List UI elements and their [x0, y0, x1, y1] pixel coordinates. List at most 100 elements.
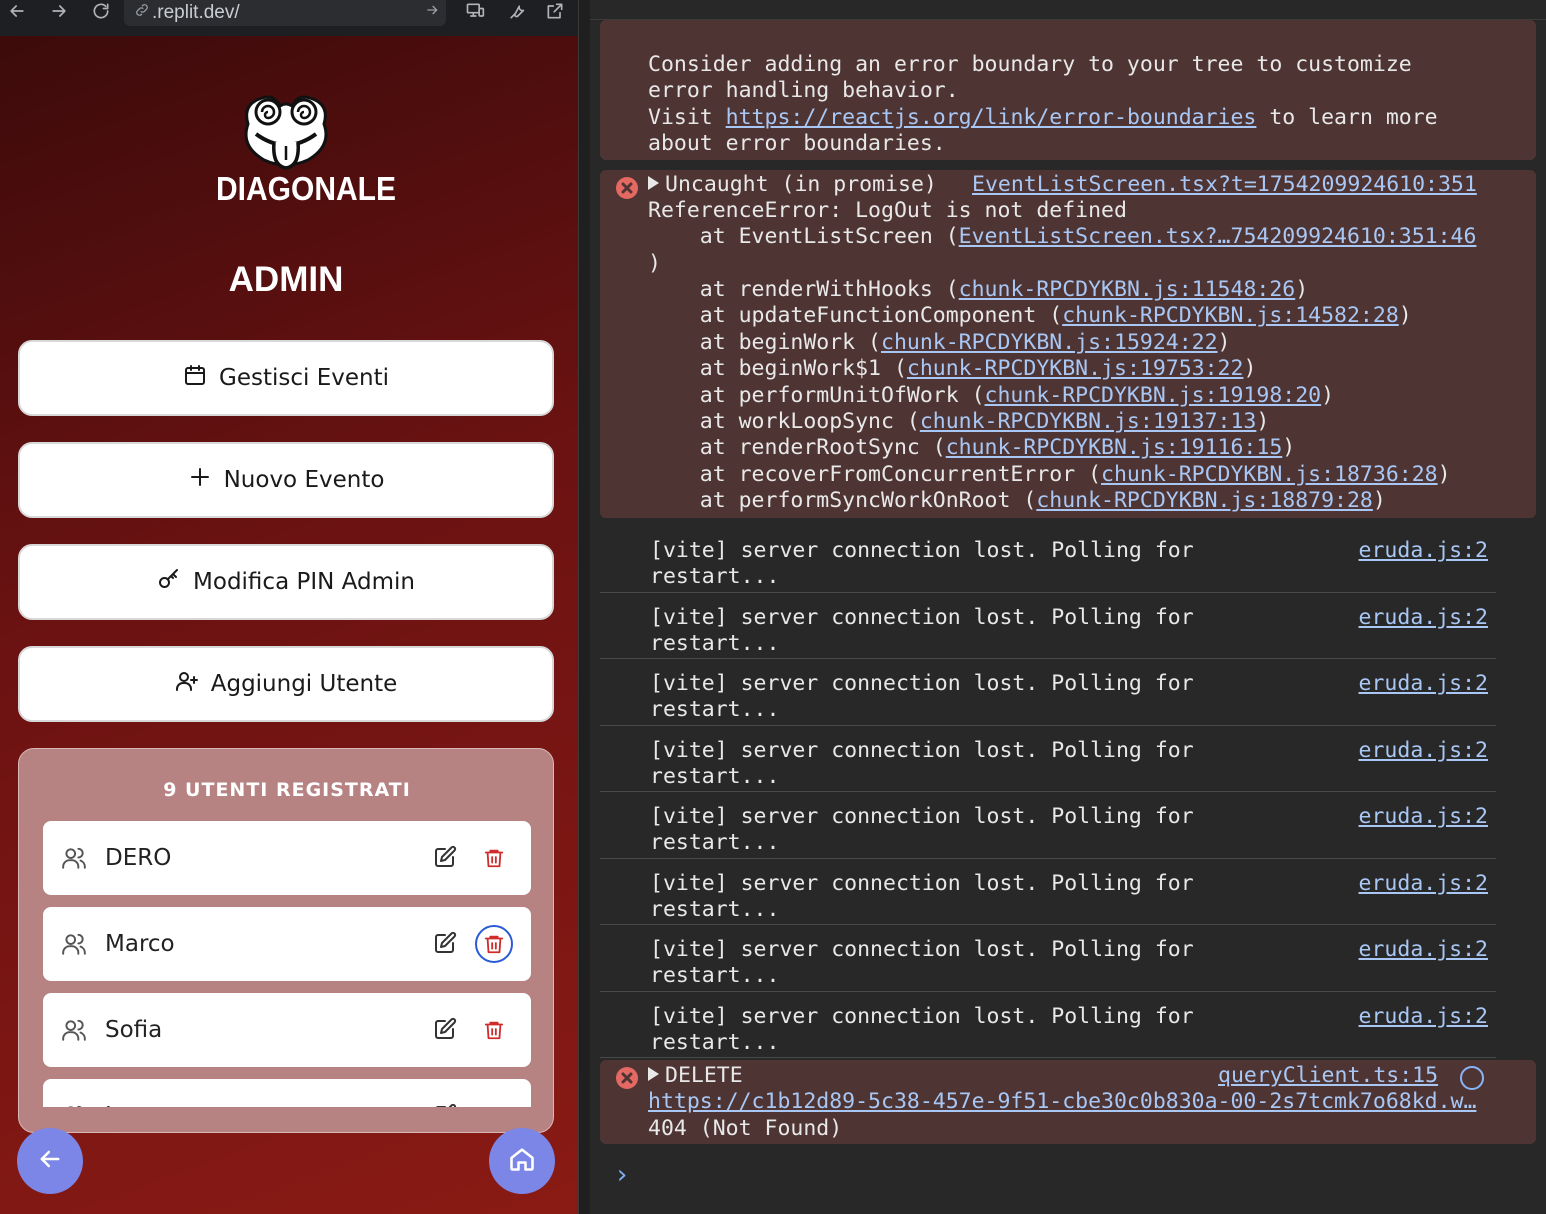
expand-triangle-icon[interactable]	[648, 1067, 659, 1081]
log-message: [vite] server connection lost. Polling f…	[650, 605, 1194, 658]
error-icon	[616, 1067, 638, 1089]
users-icon	[61, 1103, 87, 1107]
stack-link[interactable]: chunk-RPCDYKBN.js:11548:26	[959, 277, 1296, 302]
users-count-title: 9 UTENTI REGISTRATI	[163, 779, 411, 801]
source-link[interactable]: queryClient.ts:15	[1218, 1063, 1438, 1089]
new-event-button[interactable]: Nuovo Evento	[18, 442, 554, 518]
stack-link[interactable]: chunk-RPCDYKBN.js:18736:28	[1101, 462, 1438, 487]
stack-frame-line: at performUnitOfWork (chunk-RPCDYKBN.js:…	[648, 383, 1334, 409]
log-message: [vite] server connection lost. Polling f…	[650, 804, 1194, 857]
log-line: [vite] server connection lost. Polling f…	[650, 870, 1194, 896]
source-link[interactable]: eruda.js:2	[1359, 605, 1488, 631]
docs-link[interactable]: https://reactjs.org/link/error-boundarie…	[726, 105, 1257, 130]
browser-toolbar: .replit.dev/	[0, 0, 578, 36]
stack-frame: at renderRootSync (	[648, 435, 946, 461]
stack-close-paren: )	[1321, 382, 1335, 408]
app-preview: .replit.dev/ DIAGONALE ADMIN Gestisci Ev…	[0, 0, 578, 1214]
change-admin-pin-label: Modifica PIN Admin	[193, 569, 415, 595]
console-text: error handling behavior.	[648, 78, 959, 103]
plus-icon	[188, 465, 224, 495]
back-button[interactable]	[17, 1128, 83, 1194]
stack-close-paren: )	[1372, 488, 1386, 514]
stack-link[interactable]: chunk-RPCDYKBN.js:19137:13	[920, 409, 1257, 434]
user-plus-icon	[175, 669, 211, 699]
add-user-button[interactable]: Aggiungi Utente	[18, 646, 554, 722]
open-external-icon[interactable]	[542, 0, 568, 22]
log-line: [vite] server connection lost. Polling f…	[650, 1003, 1194, 1029]
stack-close-paren: )	[1398, 303, 1412, 329]
source-link[interactable]: eruda.js:2	[1359, 804, 1488, 830]
stack-frame: at beginWork (	[648, 329, 881, 355]
stack-close-paren: )	[1217, 329, 1231, 355]
log-line: restart...	[650, 830, 780, 856]
log-line: [vite] server connection lost. Polling f…	[650, 804, 1194, 829]
source-link[interactable]: eruda.js:2	[1359, 937, 1488, 963]
source-link[interactable]: eruda.js:2	[1359, 538, 1488, 564]
stack-link[interactable]: chunk-RPCDYKBN.js:19753:22	[907, 356, 1244, 381]
source-link[interactable]: eruda.js:2	[1359, 1004, 1488, 1030]
trash-icon[interactable]	[475, 839, 513, 877]
log-line: restart...	[650, 697, 780, 723]
stack-link[interactable]: chunk-RPCDYKBN.js:18879:28	[1036, 488, 1373, 513]
panel-divider[interactable]	[578, 0, 590, 1214]
change-admin-pin-button[interactable]: Modifica PIN Admin	[18, 544, 554, 620]
console-text: about error boundaries.	[648, 131, 946, 156]
stack-close-paren: )	[1282, 435, 1296, 461]
network-icon[interactable]	[1460, 1066, 1484, 1090]
stack-close-paren: )	[1243, 356, 1257, 382]
stack-link[interactable]: EventListScreen.tsx?…754209924610:351:46	[959, 224, 1477, 249]
home-button[interactable]	[489, 1128, 555, 1194]
wrench-icon[interactable]	[504, 0, 530, 22]
edit-icon[interactable]	[433, 845, 457, 874]
log-line: [vite] server connection lost. Polling f…	[650, 604, 1194, 630]
stack-frame-line: at beginWork$1 (chunk-RPCDYKBN.js:19753:…	[648, 356, 1257, 382]
home-icon	[508, 1145, 536, 1178]
console-filter-bar	[590, 0, 1546, 20]
frog-face-icon	[244, 95, 328, 170]
stack-link[interactable]: chunk-RPCDYKBN.js:19116:15	[946, 435, 1283, 460]
users-list[interactable]: DERO Marco Sofia L	[43, 821, 531, 1107]
source-link[interactable]: EventListScreen.tsx?t=1754209924610:351	[972, 172, 1477, 198]
back-icon[interactable]	[4, 0, 30, 22]
stack-link[interactable]: chunk-RPCDYKBN.js:14582:28	[1062, 303, 1399, 328]
source-link[interactable]: eruda.js:2	[1359, 671, 1488, 697]
stack-frame-line: at renderRootSync (chunk-RPCDYKBN.js:191…	[648, 435, 1295, 461]
console-text: Visit	[648, 105, 726, 130]
url-bar[interactable]: .replit.dev/	[124, 0, 446, 26]
trash-icon[interactable]	[475, 1011, 513, 1049]
go-arrow-icon[interactable]	[424, 2, 440, 24]
stack-frame-line: at renderWithHooks (chunk-RPCDYKBN.js:11…	[648, 277, 1308, 303]
source-link[interactable]: eruda.js:2	[1359, 871, 1488, 897]
console-log-entry: [vite] server connection lost. Polling f…	[600, 726, 1496, 792]
user-name: DERO	[105, 845, 172, 871]
request-url[interactable]: https://c1b12d89-5c38-457e-9f51-cbe30c0b…	[648, 1089, 1476, 1115]
console-error-entry: Uncaught (in promise) EventListScreen.ts…	[600, 170, 1536, 518]
devices-icon[interactable]	[462, 0, 488, 22]
edit-icon[interactable]	[433, 1103, 457, 1107]
edit-icon[interactable]	[433, 931, 457, 960]
source-link[interactable]: eruda.js:2	[1359, 738, 1488, 764]
user-name: Marco	[105, 931, 175, 957]
log-message: [vite] server connection lost. Polling f…	[650, 937, 1194, 990]
stack-frame: at workLoopSync (	[648, 409, 920, 434]
stack-frame: )	[648, 251, 661, 276]
stack-frame-line: at performSyncWorkOnRoot (chunk-RPCDYKBN…	[648, 488, 1386, 514]
edit-icon[interactable]	[433, 1017, 457, 1046]
trash-icon[interactable]	[475, 1097, 513, 1107]
manage-events-button[interactable]: Gestisci Eventi	[18, 340, 554, 416]
manage-events-label: Gestisci Eventi	[219, 365, 389, 391]
expand-triangle-icon[interactable]	[648, 176, 659, 190]
console-error-entry: Consider adding an error boundary to you…	[600, 20, 1536, 160]
registered-users-panel: 9 UTENTI REGISTRATI DERO Marco Sofia	[18, 748, 554, 1133]
log-line: [vite] server connection lost. Polling f…	[650, 671, 1194, 696]
stack-link[interactable]: chunk-RPCDYKBN.js:19198:20	[985, 383, 1322, 408]
error-icon	[616, 177, 638, 199]
trash-icon[interactable]	[475, 925, 513, 963]
reload-icon[interactable]	[88, 0, 114, 22]
forward-icon[interactable]	[46, 0, 72, 22]
console-prompt[interactable]: ›	[614, 1160, 630, 1190]
stack-frame: at updateFunctionComponent (	[648, 303, 1063, 329]
stack-frame: at performSyncWorkOnRoot (	[648, 488, 1037, 514]
stack-link[interactable]: chunk-RPCDYKBN.js:15924:22	[881, 330, 1218, 355]
add-user-label: Aggiungi Utente	[210, 671, 398, 697]
